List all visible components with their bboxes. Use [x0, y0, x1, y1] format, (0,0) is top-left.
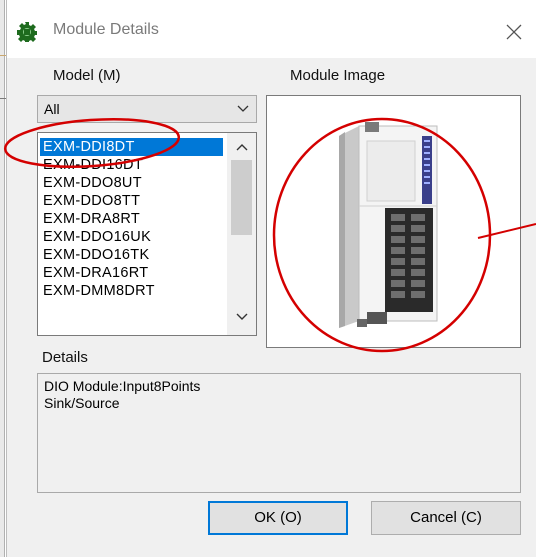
list-item[interactable]: EXM-DDO8UT	[40, 174, 223, 192]
details-line: DIO Module:Input8Points	[44, 378, 201, 394]
details-textbox: DIO Module:Input8Points Sink/Source	[37, 373, 521, 493]
list-item[interactable]: EXM-DDI16DT	[40, 156, 223, 174]
list-item[interactable]: EXM-DRA16RT	[40, 264, 223, 282]
module-image-box	[266, 95, 521, 348]
list-item[interactable]: EXM-DDO16TK	[40, 246, 223, 264]
model-filter-select[interactable]: All	[37, 95, 257, 123]
list-item[interactable]: EXM-DRA8RT	[40, 210, 223, 228]
chevron-down-icon	[237, 105, 249, 112]
module-image-label: Module Image	[290, 67, 386, 84]
scroll-up-icon[interactable]	[235, 141, 249, 153]
background-window-edge	[0, 0, 5, 557]
window-title: Module Details	[53, 21, 159, 38]
details-label: Details	[42, 349, 88, 366]
close-x-icon[interactable]	[500, 18, 528, 46]
scroll-down-icon[interactable]	[235, 311, 249, 323]
list-item[interactable]: EXM-DDO16UK	[40, 228, 223, 246]
list-item[interactable]: EXM-DDO8TT	[40, 192, 223, 210]
title-bar: Module Details	[7, 0, 536, 58]
cancel-button[interactable]: Cancel (C)	[371, 501, 521, 535]
scroll-thumb[interactable]	[231, 160, 252, 235]
model-label: Model (M)	[53, 67, 121, 84]
module-details-dialog: Module Details Model (M) Module Image Al…	[6, 0, 536, 557]
listbox-scrollbar[interactable]	[227, 133, 256, 335]
model-listbox[interactable]: EXM-DDI8DT EXM-DDI16DT EXM-DDO8UT EXM-DD…	[37, 132, 257, 336]
plc-module-image	[339, 122, 438, 328]
details-line: Sink/Source	[44, 395, 120, 411]
list-item[interactable]: EXM-DMM8DRT	[40, 282, 223, 300]
list-item[interactable]: EXM-DDI8DT	[40, 138, 223, 156]
model-filter-value: All	[44, 101, 60, 117]
ok-button[interactable]: OK (O)	[208, 501, 348, 535]
module-gear-icon	[17, 22, 37, 42]
